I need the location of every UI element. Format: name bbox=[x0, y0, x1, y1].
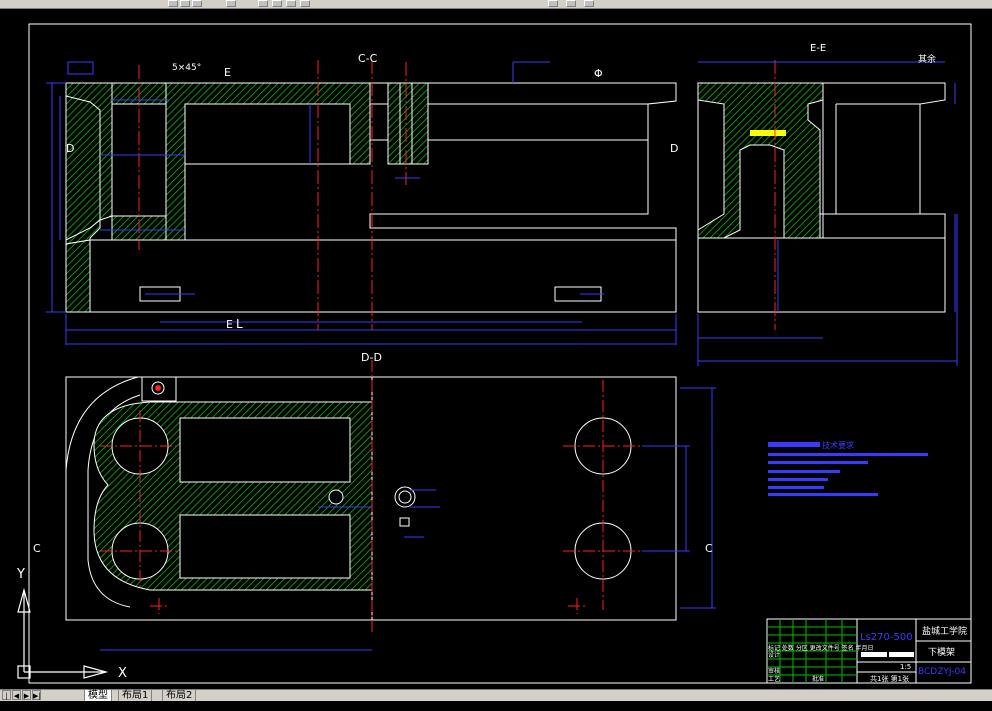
toolbar-button[interactable] bbox=[548, 0, 558, 7]
tech-note-line bbox=[768, 453, 928, 456]
tb-batch: 批准 bbox=[812, 675, 824, 683]
tab-model[interactable]: 模型 bbox=[84, 690, 112, 701]
front-hatch bbox=[65, 82, 429, 313]
front-outline bbox=[65, 82, 677, 313]
section-mark-d: D bbox=[66, 142, 74, 155]
toolbar-button[interactable] bbox=[192, 0, 202, 7]
section-mark-d: D bbox=[670, 142, 678, 155]
roughness-symbol: Φ bbox=[594, 67, 603, 80]
tb-drawing-no: Ls270-500 bbox=[860, 632, 913, 643]
pin-marker bbox=[155, 385, 161, 391]
nav-prev-button[interactable]: ◀ bbox=[12, 690, 21, 700]
toolbar-button[interactable] bbox=[272, 0, 282, 7]
ucs-icon bbox=[17, 587, 109, 679]
roughness-note: 其余 bbox=[918, 53, 936, 65]
tab-layout2[interactable]: 布局2 bbox=[162, 690, 197, 701]
ucs-y-label: Y bbox=[16, 567, 25, 582]
tb-row: 设计 bbox=[768, 651, 780, 659]
tb-row: 工艺 bbox=[768, 675, 780, 683]
tb-scale: 1:5 bbox=[900, 663, 911, 671]
tech-note-line bbox=[768, 478, 828, 481]
toolbar-button[interactable] bbox=[286, 0, 296, 7]
title-block: 盐城工学院 下模架 Ls270-500 BCDZYJ-04 1:5 共1张 第1… bbox=[766, 618, 972, 684]
section-mark-c: C bbox=[33, 542, 41, 555]
tech-note-line bbox=[768, 461, 868, 464]
section-mark-c: C bbox=[705, 542, 713, 555]
toolbar-button[interactable] bbox=[180, 0, 190, 7]
tb-sheet: 共1张 第1张 bbox=[870, 674, 909, 683]
layout-tab-bar: |◀ ◀ ▶ ▶| 模型 布局1 布局2 bbox=[0, 689, 992, 710]
tech-heading: 技术要求 bbox=[822, 440, 854, 450]
nav-next-button[interactable]: ▶ bbox=[22, 690, 31, 700]
tech-note-line bbox=[768, 486, 824, 489]
front-view bbox=[65, 82, 677, 313]
highlight-marker bbox=[750, 130, 786, 136]
toolbar-button[interactable] bbox=[226, 0, 236, 7]
section-mark-l: L bbox=[236, 317, 243, 331]
section-label-ee: E-E bbox=[810, 43, 826, 54]
toolbar-button[interactable] bbox=[258, 0, 268, 7]
tb-school: 盐城工学院 bbox=[922, 625, 967, 637]
toolbar-button[interactable] bbox=[584, 0, 594, 7]
drawing-canvas[interactable]: C-C E D D E L 5×45° Φ E-E 其余 D-D C C 技术要… bbox=[0, 9, 992, 689]
tb-code: BCDZYJ-04 bbox=[918, 667, 966, 677]
tb-part-name: 下模架 bbox=[928, 647, 955, 658]
ucs-x-label: X bbox=[118, 666, 127, 681]
nav-first-button[interactable]: |◀ bbox=[2, 690, 11, 710]
toolbar-button[interactable] bbox=[300, 0, 310, 7]
side-hatch bbox=[697, 82, 824, 239]
section-mark-e: E bbox=[224, 66, 231, 79]
tb-row: 审核 bbox=[768, 667, 780, 675]
section-label-cc: C-C bbox=[358, 52, 378, 65]
toolbar-button[interactable] bbox=[566, 0, 576, 7]
nav-last-button[interactable]: ▶| bbox=[32, 690, 41, 700]
toolbar-strip bbox=[0, 0, 992, 9]
tech-note-line bbox=[768, 493, 878, 496]
tb-row: 标记 处数 分区 更改文件号 签名 年月日 bbox=[768, 644, 874, 652]
tech-note-line bbox=[768, 470, 840, 473]
section-mark-e: E bbox=[226, 318, 233, 331]
toolbar-button[interactable] bbox=[168, 0, 178, 7]
tech-notes: 技术要求 bbox=[768, 440, 928, 496]
tab-layout1[interactable]: 布局1 bbox=[118, 690, 153, 701]
section-label-dd: D-D bbox=[361, 351, 382, 364]
chamfer-note: 5×45° bbox=[172, 63, 201, 73]
